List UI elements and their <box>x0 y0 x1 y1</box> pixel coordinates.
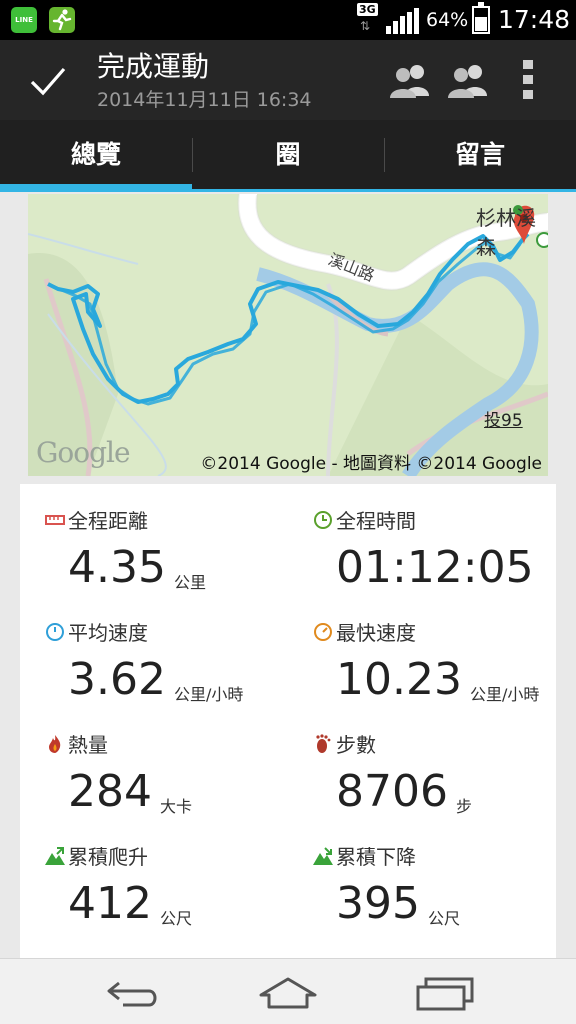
tab-overview[interactable]: 總覽 <box>0 120 192 192</box>
stat-ascent: 累積爬升 412 公尺 <box>40 824 300 934</box>
ruler-icon <box>45 515 65 525</box>
speedometer-icon <box>46 623 64 641</box>
friends-icon[interactable] <box>445 60 491 100</box>
stat-label: 熱量 <box>68 733 108 757</box>
stat-calories: 熱量 284 大卡 <box>40 712 300 822</box>
tab-bar: 總覽 圈 留言 <box>0 120 576 192</box>
navigation-bar <box>0 958 576 1024</box>
speedometer-fast-icon <box>314 623 332 641</box>
stat-duration: 全程時間 01:12:05 <box>308 488 568 598</box>
tab-comments[interactable]: 留言 <box>384 120 576 189</box>
stat-avg-speed: 平均速度 3.62 公里/小時 <box>40 600 300 710</box>
stat-value: 01:12:05 <box>336 542 534 593</box>
stat-label: 最快速度 <box>336 621 416 645</box>
overflow-menu-icon[interactable] <box>508 60 548 100</box>
battery-percentage: 64% <box>426 9 469 31</box>
stat-label: 平均速度 <box>68 621 148 645</box>
action-bar: 完成運動 2014年11月11日 16:34 <box>0 40 576 120</box>
stat-unit: 大卡 <box>159 797 192 816</box>
signal-strength-icon <box>386 8 419 34</box>
people-icon[interactable] <box>387 60 433 100</box>
stat-label: 全程距離 <box>68 509 148 533</box>
flame-icon <box>49 735 61 753</box>
check-icon[interactable] <box>24 58 72 102</box>
footprint-icon <box>316 734 331 753</box>
status-bar: LINE 3G ⇅ 64% 17:48 <box>0 0 576 40</box>
stat-value: 412 公尺 <box>68 878 192 929</box>
google-logo: Google <box>36 436 131 469</box>
stat-value: 284 大卡 <box>68 766 192 817</box>
stat-value: 10.23 公里/小時 <box>336 654 540 705</box>
map-canvas <box>28 194 548 476</box>
stat-label: 累積爬升 <box>68 845 148 869</box>
stats-card: 全程距離 4.35 公里 全程時間 01:12:05 平均速度 3.62 公里/小時… <box>20 484 556 958</box>
activity-datetime: 2014年11月11日 16:34 <box>97 89 312 111</box>
stat-value: 4.35 公里 <box>68 542 206 593</box>
stat-value: 8706 步 <box>336 766 472 817</box>
home-icon[interactable] <box>257 973 319 1013</box>
clock: 17:48 <box>498 5 571 34</box>
data-activity-icon: ⇅ <box>360 19 371 33</box>
stat-label: 累積下降 <box>336 845 416 869</box>
stat-unit: 公尺 <box>159 909 192 928</box>
recent-apps-icon[interactable] <box>414 973 476 1013</box>
route-map[interactable]: 溪山路 杉林溪森 投95 Google ©2014 Google - 地圖資料 … <box>28 194 548 476</box>
stat-unit: 公里/小時 <box>469 685 540 704</box>
stat-steps: 步數 8706 步 <box>308 712 568 822</box>
mountain-down-icon <box>313 847 333 865</box>
stat-label: 步數 <box>336 733 376 757</box>
clock-icon <box>314 511 332 529</box>
back-icon[interactable] <box>101 973 163 1013</box>
stat-distance: 全程距離 4.35 公里 <box>40 488 300 598</box>
stat-unit: 步 <box>455 797 472 816</box>
route-number-label: 投95 <box>484 411 523 431</box>
stat-descent: 累積下降 395 公尺 <box>308 824 568 934</box>
stat-unit: 公尺 <box>427 909 460 928</box>
stat-unit: 公里 <box>173 573 206 592</box>
network-type-label: 3G <box>357 3 378 16</box>
battery-icon <box>472 2 490 34</box>
page-title: 完成運動 <box>97 50 210 83</box>
stat-label: 全程時間 <box>336 509 416 533</box>
stat-max-speed: 最快速度 10.23 公里/小時 <box>308 600 568 710</box>
poi-label: 杉林溪森 <box>476 206 536 259</box>
map-attribution: ©2014 Google - 地圖資料 ©2014 Google <box>200 454 542 474</box>
stat-unit: 公里/小時 <box>173 685 244 704</box>
line-app-icon: LINE <box>11 7 37 33</box>
stat-value: 3.62 公里/小時 <box>68 654 244 705</box>
running-app-icon <box>49 7 75 33</box>
stat-value: 395 公尺 <box>336 878 460 929</box>
mountain-up-icon <box>45 847 65 865</box>
tab-laps[interactable]: 圈 <box>192 120 384 189</box>
